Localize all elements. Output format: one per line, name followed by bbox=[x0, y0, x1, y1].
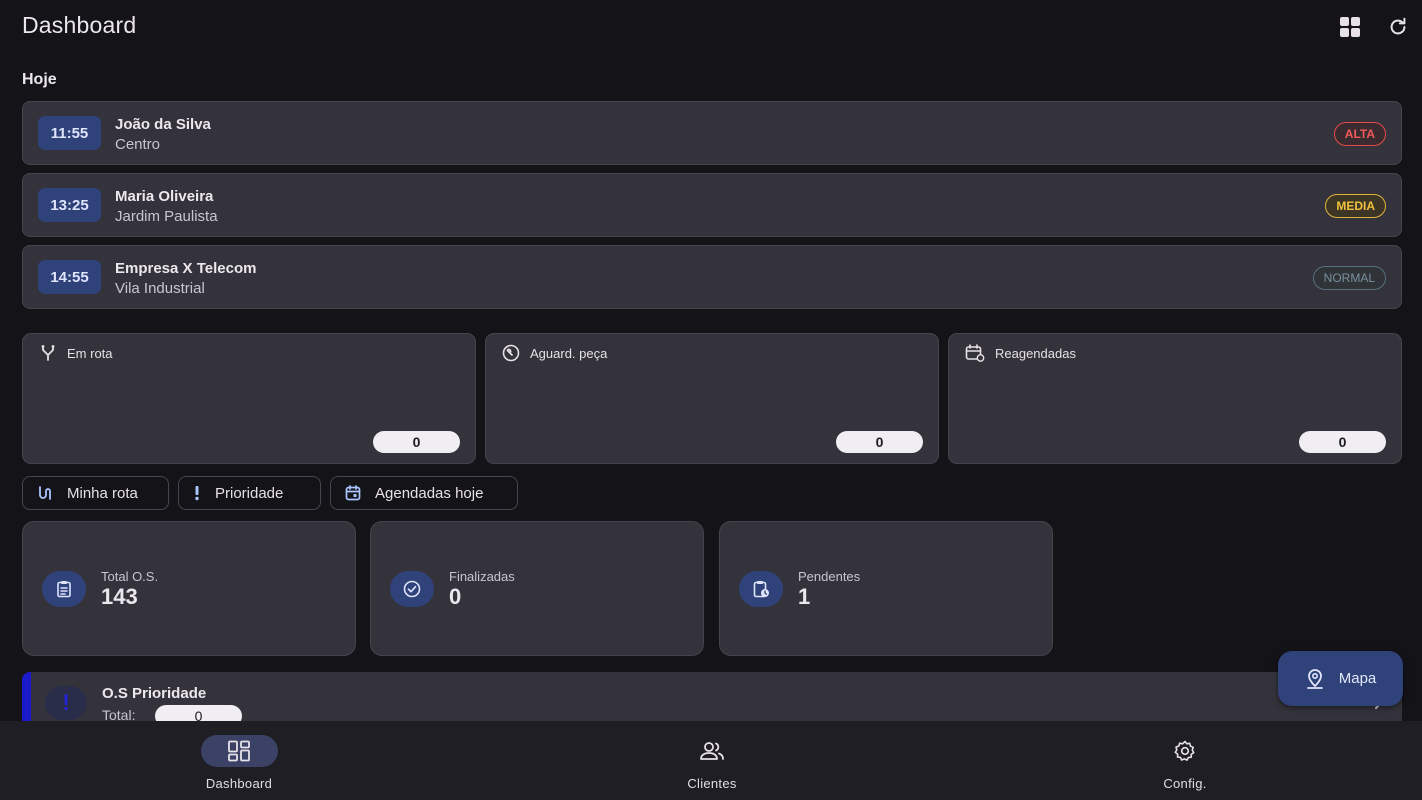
calendar-refresh-icon bbox=[965, 344, 985, 362]
filter-chip-minha-rota[interactable]: Minha rota bbox=[22, 476, 169, 510]
appointment-time: 14:55 bbox=[38, 260, 101, 294]
status-card-header: Em rota bbox=[39, 344, 113, 362]
nav-item-clientes[interactable]: Clientes bbox=[475, 721, 949, 800]
appointment-client: Empresa X Telecom bbox=[115, 260, 257, 277]
grid-view-button[interactable] bbox=[1337, 14, 1363, 40]
stat-value: 143 bbox=[101, 584, 138, 609]
appointment-card[interactable]: 11:55 João da Silva Centro ALTA bbox=[22, 101, 1402, 165]
status-label: Em rota bbox=[67, 345, 113, 361]
appointment-card[interactable]: 14:55 Empresa X Telecom Vila Industrial … bbox=[22, 245, 1402, 309]
nav-item-config[interactable]: Config. bbox=[948, 721, 1422, 800]
status-card-aguard-peca[interactable]: Aguard. peça 0 bbox=[485, 333, 939, 464]
appointment-card[interactable]: 13:25 Maria Oliveira Jardim Paulista MED… bbox=[22, 173, 1402, 237]
exclamation-icon bbox=[195, 486, 199, 501]
chip-label: Agendadas hoje bbox=[375, 484, 484, 502]
stat-icon-container bbox=[390, 571, 434, 607]
appointment-location: Centro bbox=[115, 136, 161, 153]
stat-icon-container bbox=[42, 571, 86, 607]
grid-view-icon bbox=[1340, 17, 1360, 37]
exclamation-icon: ! bbox=[45, 686, 87, 720]
filter-chip-prioridade[interactable]: Prioridade bbox=[178, 476, 321, 510]
stat-card-total-os[interactable]: Total O.S. 143 bbox=[22, 521, 356, 656]
bottom-navigation: Dashboard Clientes Config. bbox=[0, 721, 1422, 800]
calendar-icon bbox=[345, 485, 361, 501]
page-title: Dashboard bbox=[22, 12, 137, 38]
status-count: 0 bbox=[1299, 431, 1386, 453]
appointment-time: 13:25 bbox=[38, 188, 101, 222]
stat-icon-container bbox=[739, 571, 783, 607]
stat-label: Total O.S. bbox=[101, 569, 159, 584]
gear-icon bbox=[1174, 740, 1195, 761]
status-card-reagendadas[interactable]: Reagendadas 0 bbox=[948, 333, 1402, 464]
clipboard-list-icon bbox=[57, 581, 71, 598]
nav-icon-container bbox=[674, 735, 751, 767]
priority-card-title: O.S Prioridade bbox=[102, 685, 207, 702]
nav-item-dashboard[interactable]: Dashboard bbox=[2, 721, 476, 800]
wrench-clock-icon bbox=[502, 344, 520, 362]
nav-icon-container bbox=[1147, 735, 1224, 767]
nav-active-indicator bbox=[200, 735, 278, 767]
app-root: Dashboard Hoje 11:55 João da Silva Centr… bbox=[0, 0, 1422, 800]
route-icon bbox=[39, 486, 51, 500]
filter-chip-agendadas-hoje[interactable]: Agendadas hoje bbox=[330, 476, 518, 510]
stat-card-finalizadas[interactable]: Finalizadas 0 bbox=[370, 521, 704, 656]
status-card-em-rota[interactable]: Em rota 0 bbox=[22, 333, 476, 464]
appointment-location: Vila Industrial bbox=[115, 280, 205, 297]
appointment-client: João da Silva bbox=[115, 116, 211, 133]
refresh-icon bbox=[1390, 17, 1406, 35]
dashboard-icon bbox=[228, 740, 250, 762]
chip-label: Minha rota bbox=[67, 484, 138, 502]
fab-label: Mapa bbox=[1338, 670, 1377, 687]
priority-badge: MEDIA bbox=[1325, 194, 1386, 218]
people-icon bbox=[700, 742, 724, 760]
appointment-location: Jardim Paulista bbox=[115, 208, 218, 225]
priority-badge: NORMAL bbox=[1312, 266, 1386, 290]
stat-card-pendentes[interactable]: Pendentes 1 bbox=[719, 521, 1053, 656]
stat-label: Pendentes bbox=[798, 569, 861, 584]
chip-label: Prioridade bbox=[215, 484, 284, 502]
fork-route-icon bbox=[41, 345, 55, 361]
clipboard-clock-icon bbox=[753, 581, 769, 598]
appointment-client: Maria Oliveira bbox=[115, 188, 214, 205]
stat-value: 0 bbox=[449, 584, 462, 609]
status-count: 0 bbox=[373, 431, 460, 453]
status-card-header: Reagendadas bbox=[965, 344, 1076, 362]
status-label: Aguard. peça bbox=[530, 345, 608, 361]
top-app-bar: Dashboard bbox=[0, 0, 1422, 56]
map-fab-button[interactable]: Mapa bbox=[1278, 651, 1403, 706]
stat-label: Finalizadas bbox=[449, 569, 515, 584]
check-circle-icon bbox=[403, 580, 421, 598]
status-card-header: Aguard. peça bbox=[502, 344, 607, 362]
refresh-button[interactable] bbox=[1385, 14, 1411, 40]
priority-badge: ALTA bbox=[1333, 122, 1386, 146]
nav-label: Config. bbox=[1163, 776, 1207, 791]
appointment-time: 11:55 bbox=[38, 116, 101, 150]
nav-label: Dashboard bbox=[205, 776, 273, 791]
nav-label: Clientes bbox=[687, 776, 737, 791]
stat-value: 1 bbox=[798, 584, 811, 609]
map-pin-icon bbox=[1306, 668, 1323, 689]
today-section-title: Hoje bbox=[22, 71, 57, 88]
status-count: 0 bbox=[836, 431, 923, 453]
status-label: Reagendadas bbox=[995, 345, 1076, 361]
